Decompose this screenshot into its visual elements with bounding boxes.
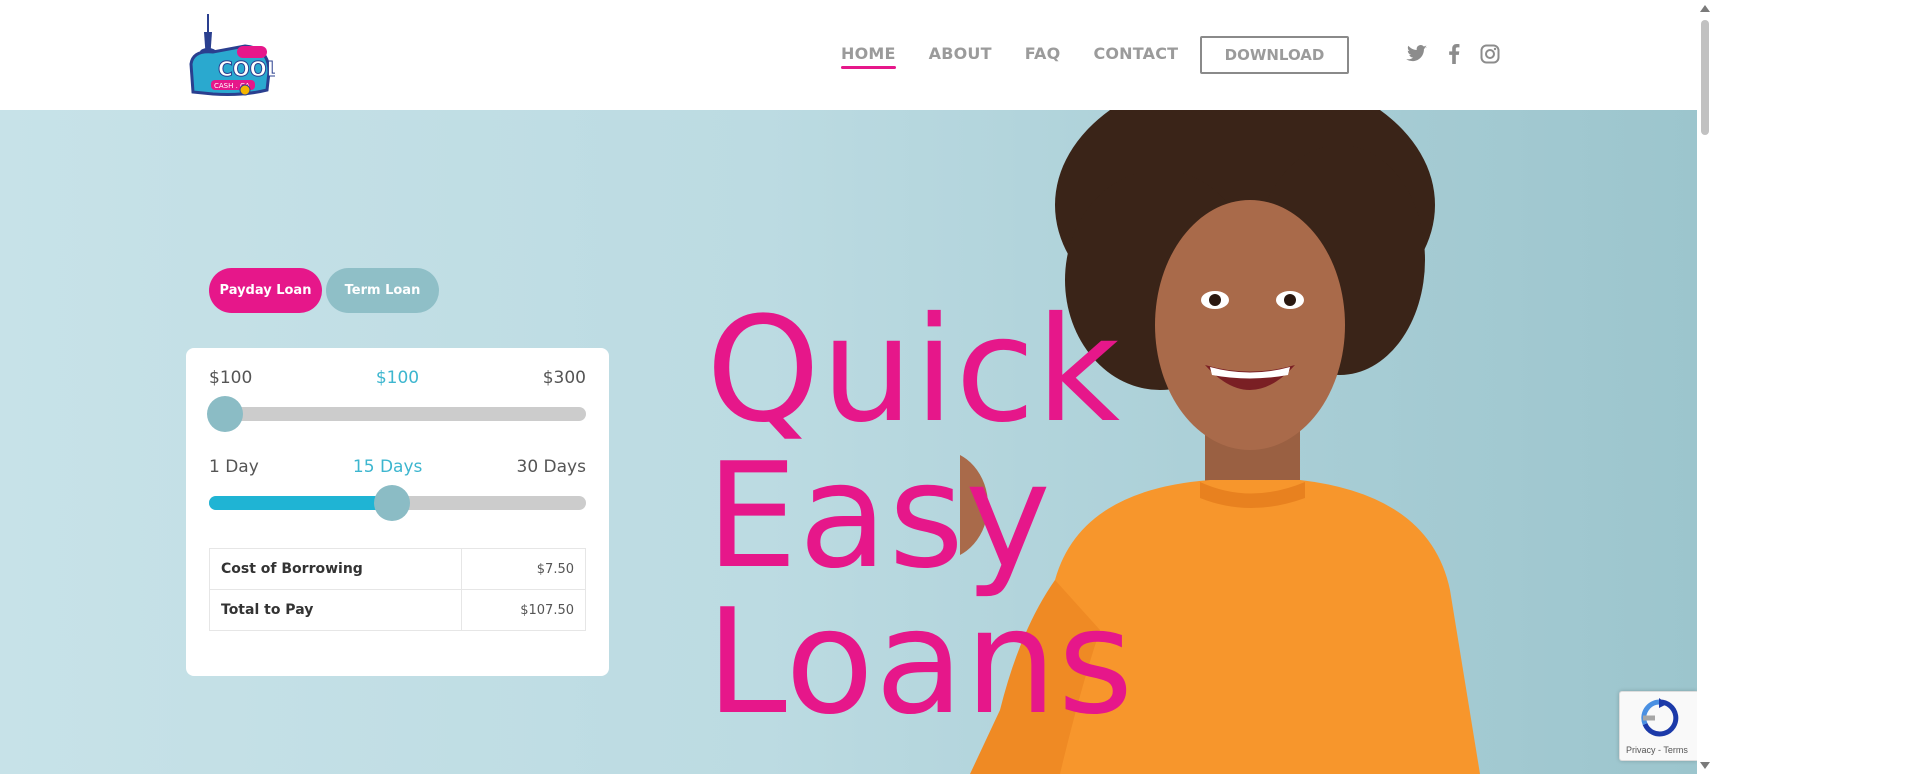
instagram-icon[interactable] — [1477, 42, 1503, 66]
days-max-label: 30 Days — [516, 457, 586, 477]
page-scrollbar[interactable] — [1697, 0, 1714, 774]
total-to-pay-label: Total to Pay — [209, 589, 462, 631]
headline-line-3: Loans — [706, 578, 1135, 747]
table-row: Total to Pay $107.50 — [209, 589, 586, 631]
amount-slider-track[interactable] — [207, 396, 586, 432]
nav-home[interactable]: HOME — [841, 44, 896, 69]
cost-summary-table: Cost of Borrowing $7.50 Total to Pay $10… — [209, 548, 586, 631]
brand-logo[interactable]: COOL CASH . CA — [183, 12, 280, 98]
svg-text:COOL: COOL — [218, 57, 275, 81]
days-slider-track[interactable] — [209, 485, 586, 521]
scroll-up-arrow-icon[interactable] — [1700, 5, 1710, 12]
recaptcha-badge[interactable]: Privacy - Terms — [1619, 691, 1697, 761]
download-button[interactable]: DOWNLOAD — [1200, 36, 1349, 74]
amount-range-labels: $100 $100 $300 — [209, 368, 586, 388]
hero-section: Payday Loan Term Loan $100 $100 $300 1 D… — [0, 110, 1697, 774]
amount-min-label: $100 — [209, 368, 253, 388]
days-current-value: 15 Days — [352, 457, 423, 477]
recaptcha-links[interactable]: Privacy - Terms — [1626, 745, 1688, 755]
loan-type-tabs: Payday Loan Term Loan — [209, 268, 439, 313]
loan-calculator: $100 $100 $300 1 Day 15 Days 30 Days Cos… — [186, 348, 609, 676]
site-header: COOL CASH . CA HOME ABOUT FAQ CONTACT DO… — [0, 0, 1697, 110]
cost-of-borrowing-label: Cost of Borrowing — [209, 548, 462, 590]
nav-faq[interactable]: FAQ — [1025, 44, 1061, 69]
facebook-icon[interactable] — [1441, 42, 1467, 66]
term-loan-tab[interactable]: Term Loan — [326, 268, 439, 313]
days-slider-fill — [209, 496, 392, 510]
payday-loan-tab[interactable]: Payday Loan — [209, 268, 322, 313]
scrollbar-thumb[interactable] — [1701, 20, 1709, 135]
days-min-label: 1 Day — [209, 457, 259, 477]
scroll-down-arrow-icon[interactable] — [1700, 762, 1710, 769]
hero-headline: Quick Easy Loans — [706, 298, 1134, 736]
amount-slider-handle[interactable] — [207, 396, 243, 432]
twitter-icon[interactable] — [1404, 42, 1430, 66]
headline-line-1: Quick — [706, 286, 1122, 455]
amount-max-label: $300 — [542, 368, 586, 388]
total-to-pay-value: $107.50 — [461, 589, 586, 631]
nav-about[interactable]: ABOUT — [929, 44, 992, 69]
cost-of-borrowing-value: $7.50 — [461, 548, 586, 590]
page: COOL CASH . CA HOME ABOUT FAQ CONTACT DO… — [0, 0, 1697, 774]
amount-current-value: $100 — [375, 368, 420, 388]
days-range-labels: 1 Day 15 Days 30 Days — [209, 457, 586, 477]
nav-contact[interactable]: CONTACT — [1093, 44, 1178, 69]
recaptcha-icon — [1641, 698, 1679, 737]
headline-line-2: Easy — [706, 432, 1052, 601]
table-row: Cost of Borrowing $7.50 — [209, 548, 586, 590]
days-slider-handle[interactable] — [373, 485, 410, 521]
main-nav: HOME ABOUT FAQ CONTACT — [841, 44, 1211, 69]
